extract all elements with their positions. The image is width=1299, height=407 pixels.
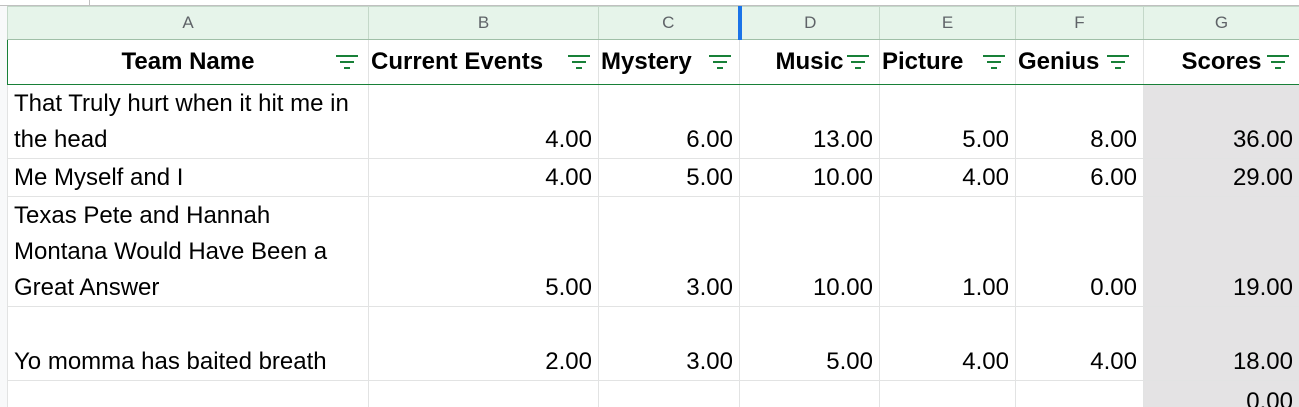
score-value-cell[interactable]: 6.00 [598, 84, 740, 159]
score-value-cell[interactable] [739, 380, 880, 407]
score-value-cell[interactable]: 3.00 [598, 306, 740, 381]
team-name-cell[interactable]: That Truly hurt when it hit me in the he… [7, 84, 369, 159]
score-value-cell[interactable] [598, 380, 740, 407]
table-row: Yo momma has baited breath 2.00 3.00 5.00 4.… [7, 306, 1299, 381]
total-score-cell[interactable]: 18.00 [1143, 306, 1299, 381]
score-value-cell[interactable]: 5.00 [368, 196, 599, 307]
score-value-cell[interactable]: 6.00 [1015, 158, 1144, 197]
team-name-cell[interactable]: Texas Pete and Hannah Montana Would Have… [7, 196, 369, 307]
header-label: Genius [1018, 48, 1100, 75]
filter-icon[interactable] [983, 54, 1005, 70]
filter-icon[interactable] [568, 54, 590, 70]
score-value-cell[interactable]: 10.00 [739, 158, 880, 197]
score-value-cell[interactable] [1015, 380, 1144, 407]
total-score-cell[interactable]: 0.00 [1143, 380, 1299, 407]
header-label: Music [775, 48, 844, 75]
column-header-g[interactable]: G [1143, 6, 1299, 40]
score-value-cell[interactable]: 2.00 [368, 306, 599, 381]
score-value-cell[interactable]: 4.00 [368, 84, 599, 159]
header-team-name[interactable]: Team Name [7, 39, 369, 85]
column-header-a[interactable]: A [7, 6, 369, 40]
header-label: Picture [882, 48, 964, 75]
score-value-cell[interactable]: 8.00 [1015, 84, 1144, 159]
header-current-events[interactable]: Current Events [368, 39, 599, 85]
table-row: Me Myself and I 4.00 5.00 10.00 4.00 6.00 29.0… [7, 158, 1299, 197]
table-row: 0.00 [7, 380, 1299, 407]
score-value-cell[interactable]: 4.00 [879, 306, 1016, 381]
header-mystery[interactable]: Mystery [598, 39, 740, 85]
header-genius[interactable]: Genius [1015, 39, 1144, 85]
team-name-cell[interactable]: Me Myself and I [7, 158, 369, 197]
column-header-f[interactable]: F [1015, 6, 1144, 40]
score-value-cell[interactable]: 1.00 [879, 196, 1016, 307]
score-value-cell[interactable]: 5.00 [598, 158, 740, 197]
table-header-row: Team Name Current Events Mystery Music Pictu… [7, 39, 1299, 85]
filter-icon[interactable] [847, 54, 869, 70]
team-name-cell[interactable] [7, 380, 369, 407]
header-scores[interactable]: Scores [1143, 39, 1299, 85]
score-value-cell[interactable]: 10.00 [739, 196, 880, 307]
score-value-cell[interactable]: 0.00 [1015, 196, 1144, 307]
header-label: Mystery [601, 48, 692, 75]
score-value-cell[interactable]: 13.00 [739, 84, 880, 159]
spreadsheet-grid: A B C D E F G Team Name Current Events Mys… [0, 0, 1299, 407]
filter-icon[interactable] [1107, 54, 1129, 70]
score-value-cell[interactable]: 4.00 [368, 158, 599, 197]
sheet-table: A B C D E F G Team Name Current Events Mys… [7, 6, 1299, 407]
score-value-cell[interactable]: 4.00 [879, 158, 1016, 197]
column-header-row: A B C D E F G [7, 6, 1299, 40]
score-value-cell[interactable]: 5.00 [739, 306, 880, 381]
column-header-d[interactable]: D [739, 6, 880, 40]
total-score-cell[interactable]: 36.00 [1143, 84, 1299, 159]
column-header-b[interactable]: B [368, 6, 599, 40]
total-score-cell[interactable]: 29.00 [1143, 158, 1299, 197]
score-value-cell[interactable] [879, 380, 1016, 407]
header-label: Scores [1181, 48, 1262, 75]
header-label: Current Events [371, 48, 544, 75]
header-label: Team Name [121, 48, 255, 75]
filter-icon[interactable] [709, 54, 731, 70]
column-header-c[interactable]: C [598, 6, 742, 40]
score-value-cell[interactable]: 4.00 [1015, 306, 1144, 381]
score-value-cell[interactable]: 5.00 [879, 84, 1016, 159]
team-name-cell[interactable]: Yo momma has baited breath [7, 306, 369, 381]
column-header-e[interactable]: E [879, 6, 1016, 40]
score-value-cell[interactable] [368, 380, 599, 407]
table-row: That Truly hurt when it hit me in the he… [7, 84, 1299, 159]
table-row: Texas Pete and Hannah Montana Would Have… [7, 196, 1299, 307]
header-music[interactable]: Music [739, 39, 880, 85]
score-value-cell[interactable]: 3.00 [598, 196, 740, 307]
total-score-cell[interactable]: 19.00 [1143, 196, 1299, 307]
header-picture[interactable]: Picture [879, 39, 1016, 85]
filter-icon[interactable] [1267, 54, 1289, 70]
filter-icon[interactable] [336, 54, 358, 70]
